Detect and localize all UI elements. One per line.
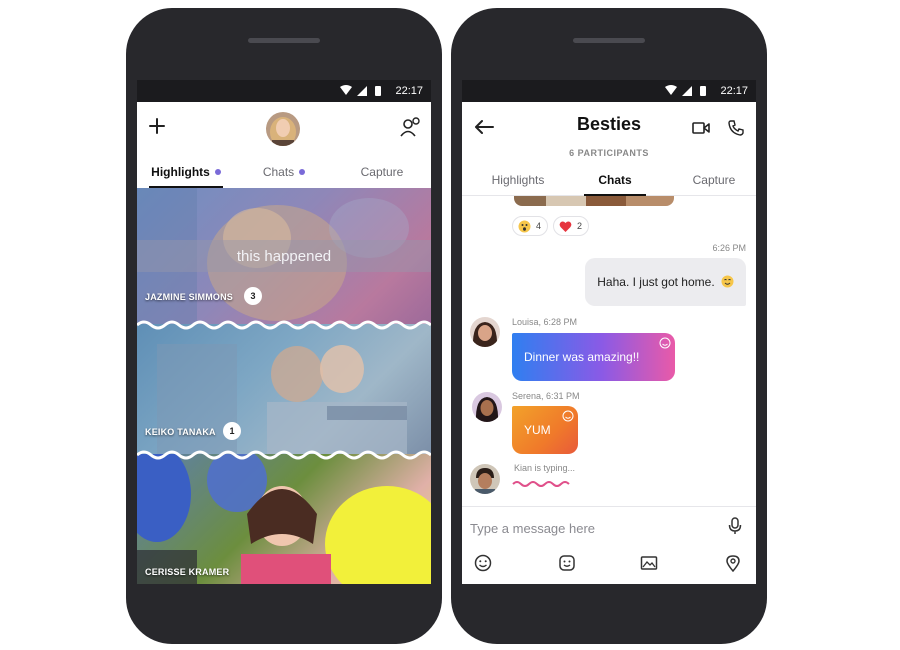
message-bubble-sent[interactable]: Haha. I just got home. [585, 258, 746, 306]
status-icons [665, 85, 706, 96]
emoji-icon[interactable] [474, 554, 492, 572]
tab-capture-label: Capture [360, 165, 404, 179]
typing-indicator-text: Kian is typing... [514, 463, 576, 473]
app-bar [137, 102, 431, 158]
tab-highlights-label: Highlights [491, 173, 545, 187]
tab-highlights-label: Highlights [151, 165, 210, 179]
status-bar: 22:17 [462, 80, 756, 102]
message-text: Dinner was amazing!! [524, 350, 640, 364]
chat-tabs: Highlights Chats Capture [462, 166, 756, 196]
microphone-icon[interactable] [728, 517, 742, 535]
location-pin-icon[interactable] [724, 554, 742, 572]
chat-screen: 22:17 Besties 6 PARTICIPANTS Highlights … [462, 80, 756, 584]
unread-dot [214, 169, 221, 175]
reaction-chip[interactable]: 4 [512, 216, 548, 236]
reaction-chip[interactable]: 2 [553, 216, 589, 236]
highlight-count-badge: 1 [223, 422, 241, 440]
message-composer [462, 506, 756, 584]
highlight-card[interactable]: CERISSE KRAMER [137, 454, 431, 584]
typing-wave-icon [512, 481, 570, 487]
highlight-card[interactable]: KEIKO TANAKA 1 [137, 324, 431, 454]
tab-chats[interactable]: Chats [584, 166, 646, 196]
phone-call-icon[interactable] [728, 120, 744, 136]
profile-avatar[interactable] [266, 112, 300, 146]
phone-speaker [248, 38, 320, 43]
message-sender: Louisa, 6:28 PM [512, 317, 578, 327]
add-reaction-icon[interactable] [562, 410, 574, 422]
add-contact-icon[interactable] [399, 116, 421, 138]
tab-capture[interactable]: Capture [676, 166, 752, 196]
shared-photos-strip[interactable] [514, 196, 674, 206]
tab-capture-label: Capture [692, 173, 736, 187]
plus-icon[interactable] [147, 116, 167, 136]
participants-count[interactable]: 6 PARTICIPANTS [462, 148, 756, 158]
message-input[interactable] [470, 517, 710, 539]
avatar-serena[interactable] [472, 392, 502, 422]
tab-chats-label: Chats [262, 165, 295, 179]
phone-speaker [573, 38, 645, 43]
chat-title: Besties [576, 114, 642, 134]
surprised-face-icon [518, 220, 531, 233]
highlight-card[interactable]: this happened JAZMINE SIMMONS 3 [137, 188, 431, 324]
heart-icon [559, 221, 572, 232]
message-text: Haha. I just got home. [597, 275, 715, 289]
video-call-icon[interactable] [692, 121, 710, 135]
highlights-screen: 22:17 Highlights Chats Capture this happ… [137, 80, 431, 584]
status-time: 22:17 [395, 85, 423, 97]
phone-chat: 22:17 Besties 6 PARTICIPANTS Highlights … [451, 8, 767, 644]
message-list[interactable]: 4 2 6:26 PM Haha. I just got home. Louis… [462, 196, 756, 506]
status-icons [340, 85, 381, 96]
chat-header: Besties 6 PARTICIPANTS [462, 102, 756, 166]
unread-dot [299, 169, 306, 175]
highlight-caption: this happened [236, 248, 332, 265]
highlights-tabs: Highlights Chats Capture [137, 158, 431, 188]
tab-capture[interactable]: Capture [349, 158, 415, 188]
message-sender: Serena, 6:31 PM [512, 391, 580, 401]
tab-chats[interactable]: Chats [249, 158, 319, 188]
status-bar: 22:17 [137, 80, 431, 102]
status-time: 22:17 [720, 85, 748, 97]
message-bubble-received[interactable]: YUM [512, 406, 578, 454]
highlight-author: KEIKO TANAKA [145, 427, 216, 437]
reaction-count: 4 [535, 221, 541, 231]
tab-highlights[interactable]: Highlights [476, 166, 560, 196]
tab-chats-label: Chats [598, 173, 632, 187]
phone-highlights: 22:17 Highlights Chats Capture this happ… [126, 8, 442, 644]
add-reaction-icon[interactable] [659, 337, 671, 349]
message-bubble-received[interactable]: Dinner was amazing!! [512, 333, 675, 381]
avatar-kian[interactable] [470, 464, 500, 494]
highlight-author: JAZMINE SIMMONS [145, 292, 234, 302]
wave-divider [137, 450, 431, 460]
wave-divider [137, 320, 431, 330]
highlight-photo [137, 454, 431, 584]
reaction-count: 2 [576, 221, 582, 231]
smiling-face-icon [721, 275, 734, 288]
avatar-louisa[interactable] [470, 317, 500, 347]
message-text: YUM [524, 423, 551, 437]
highlight-count-badge: 3 [244, 287, 262, 305]
highlight-author: CERISSE KRAMER [145, 567, 230, 577]
sticker-icon[interactable] [558, 554, 576, 572]
tab-highlights[interactable]: Highlights [145, 158, 227, 188]
message-time: 6:26 PM [712, 243, 746, 253]
image-icon[interactable] [640, 554, 658, 572]
